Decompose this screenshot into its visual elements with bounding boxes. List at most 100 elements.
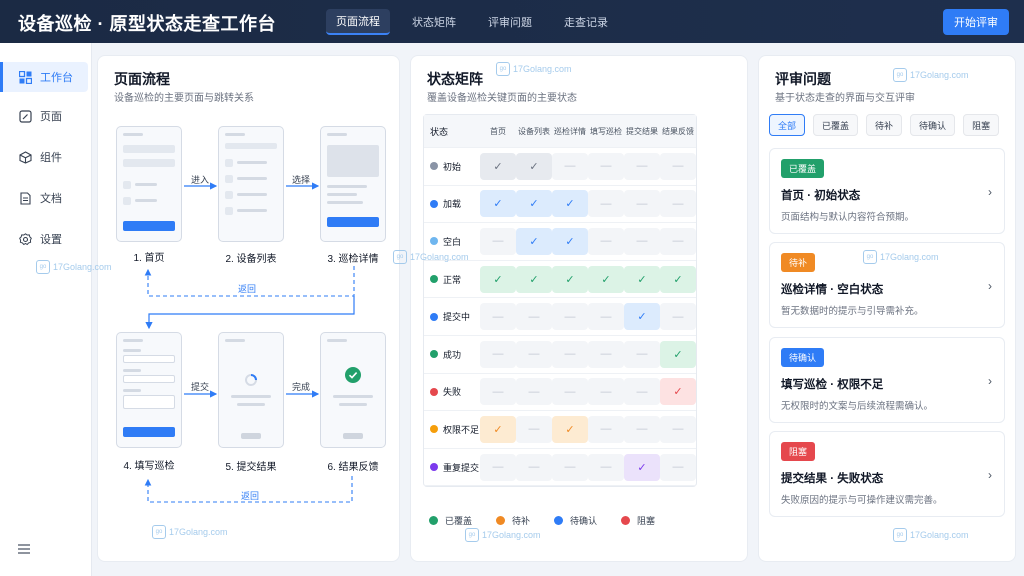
chevron-right-icon[interactable]: › bbox=[988, 468, 992, 482]
matrix-cell[interactable]: ✓ bbox=[480, 411, 516, 448]
matrix-cell[interactable]: — bbox=[480, 449, 516, 486]
matrix-cell[interactable]: — bbox=[624, 148, 660, 185]
matrix-cell[interactable]: — bbox=[624, 411, 660, 448]
matrix-row: 加载 ✓ ✓ ✓ — — — bbox=[424, 186, 696, 224]
nav-tab-flow[interactable]: 页面流程 bbox=[326, 9, 390, 35]
empty-dash-icon: — bbox=[624, 227, 660, 255]
matrix-cell[interactable]: ✓ bbox=[516, 148, 552, 185]
matrix-cell[interactable]: — bbox=[552, 148, 588, 185]
empty-dash-icon: — bbox=[588, 415, 624, 443]
matrix-cell[interactable]: ✓ bbox=[480, 186, 516, 223]
sidebar-item-pages[interactable]: 页面 bbox=[0, 101, 88, 131]
sidebar-item-components[interactable]: 组件 bbox=[0, 142, 88, 172]
matrix-cell[interactable]: — bbox=[516, 298, 552, 335]
matrix-cell[interactable]: ✓ bbox=[660, 374, 696, 411]
matrix-cell[interactable]: ✓ bbox=[660, 261, 696, 298]
check-icon: ✓ bbox=[552, 415, 588, 443]
check-icon: ✓ bbox=[660, 265, 696, 293]
matrix-cell[interactable]: ✓ bbox=[516, 261, 552, 298]
matrix-cell[interactable]: ✓ bbox=[588, 261, 624, 298]
matrix-row-label: 加载 bbox=[424, 186, 480, 223]
check-icon: ✓ bbox=[660, 340, 696, 368]
sidebar-item-docs[interactable]: 文档 bbox=[0, 183, 88, 213]
matrix-cell[interactable]: ✓ bbox=[480, 148, 516, 185]
matrix-cell[interactable]: — bbox=[588, 336, 624, 373]
state-matrix-table: 状态 首页 设备列表 巡检详情 填写巡检 提交结果 结果反馈 初始 ✓ ✓ — — — — 加载 ✓ ✓ ✓ — — —… bbox=[423, 114, 697, 488]
sidebar-item-workbench[interactable]: 工作台 bbox=[0, 62, 88, 92]
matrix-cell[interactable]: ✓ bbox=[516, 223, 552, 260]
watermark: go 17Golang.com bbox=[893, 68, 969, 82]
review-issue-card[interactable]: 已覆盖 首页 · 初始状态 页面结构与默认内容符合预期。 › bbox=[769, 148, 1005, 234]
matrix-cell[interactable]: — bbox=[516, 449, 552, 486]
start-review-button[interactable]: 开始评审 bbox=[943, 9, 1009, 35]
matrix-cell[interactable]: — bbox=[624, 336, 660, 373]
matrix-header-cell: 结果反馈 bbox=[662, 126, 694, 136]
matrix-cell[interactable]: — bbox=[480, 223, 516, 260]
matrix-cell[interactable]: ✓ bbox=[660, 336, 696, 373]
chevron-right-icon[interactable]: › bbox=[988, 374, 992, 388]
filter-pending[interactable]: 待补 bbox=[866, 114, 903, 136]
filter-to-confirm[interactable]: 待确认 bbox=[910, 114, 956, 136]
matrix-cell[interactable]: — bbox=[660, 411, 696, 448]
matrix-cell[interactable]: — bbox=[552, 374, 588, 411]
matrix-cell[interactable]: — bbox=[552, 336, 588, 373]
matrix-cell[interactable]: ✓ bbox=[516, 186, 552, 223]
nav-tab-records[interactable]: 走查记录 bbox=[554, 9, 618, 35]
matrix-cell[interactable]: — bbox=[624, 374, 660, 411]
matrix-cell[interactable]: ✓ bbox=[552, 261, 588, 298]
matrix-row-label: 提交中 bbox=[424, 298, 480, 335]
matrix-cell[interactable]: — bbox=[588, 449, 624, 486]
matrix-row: 重复提交 — — — — ✓ — bbox=[424, 449, 696, 487]
review-issue-card[interactable]: 阻塞 提交结果 · 失败状态 失败原因的提示与可操作建议需完善。 › bbox=[769, 431, 1005, 517]
matrix-cell[interactable]: — bbox=[624, 223, 660, 260]
sidebar-item-label: 工作台 bbox=[40, 72, 73, 84]
issue-title: 填写巡检 · 权限不足 bbox=[781, 379, 884, 391]
matrix-cell[interactable]: — bbox=[480, 336, 516, 373]
matrix-cell[interactable]: — bbox=[588, 374, 624, 411]
matrix-cell[interactable]: ✓ bbox=[624, 449, 660, 486]
check-icon: ✓ bbox=[516, 190, 552, 218]
hamburger-menu-icon[interactable] bbox=[18, 543, 30, 555]
matrix-cell[interactable]: — bbox=[660, 186, 696, 223]
matrix-cell[interactable]: — bbox=[480, 298, 516, 335]
chevron-right-icon[interactable]: › bbox=[988, 185, 992, 199]
matrix-cell[interactable]: — bbox=[480, 374, 516, 411]
matrix-cell[interactable]: ✓ bbox=[624, 261, 660, 298]
matrix-cell[interactable]: ✓ bbox=[624, 298, 660, 335]
check-icon: ✓ bbox=[480, 190, 516, 218]
matrix-cell[interactable]: — bbox=[660, 148, 696, 185]
matrix-cell[interactable]: ✓ bbox=[552, 186, 588, 223]
matrix-cell[interactable]: — bbox=[588, 298, 624, 335]
empty-dash-icon: — bbox=[624, 190, 660, 218]
matrix-cell[interactable]: — bbox=[588, 148, 624, 185]
matrix-row-label: 重复提交 bbox=[424, 449, 480, 486]
chevron-right-icon[interactable]: › bbox=[988, 279, 992, 293]
gear-icon bbox=[18, 232, 32, 246]
matrix-cell[interactable]: — bbox=[516, 411, 552, 448]
sidebar-item-settings[interactable]: 设置 bbox=[0, 224, 88, 254]
matrix-cell[interactable]: — bbox=[552, 449, 588, 486]
matrix-cell[interactable]: ✓ bbox=[480, 261, 516, 298]
filter-covered[interactable]: 已覆盖 bbox=[813, 114, 859, 136]
matrix-cell[interactable]: — bbox=[588, 411, 624, 448]
status-dot bbox=[430, 275, 438, 284]
matrix-cell[interactable]: — bbox=[660, 223, 696, 260]
legend-dot bbox=[496, 516, 506, 525]
matrix-cell[interactable]: — bbox=[588, 223, 624, 260]
empty-dash-icon: — bbox=[660, 152, 696, 180]
nav-tab-matrix[interactable]: 状态矩阵 bbox=[402, 9, 466, 35]
nav-tab-review[interactable]: 评审问题 bbox=[478, 9, 542, 35]
matrix-cell[interactable]: — bbox=[516, 374, 552, 411]
filter-blocked[interactable]: 阻塞 bbox=[963, 114, 1000, 136]
matrix-cell[interactable]: — bbox=[588, 186, 624, 223]
watermark: go 17Golang.com bbox=[496, 62, 572, 76]
matrix-cell[interactable]: — bbox=[660, 449, 696, 486]
matrix-cell[interactable]: — bbox=[624, 186, 660, 223]
matrix-cell[interactable]: ✓ bbox=[552, 411, 588, 448]
matrix-cell[interactable]: — bbox=[552, 298, 588, 335]
matrix-cell[interactable]: ✓ bbox=[552, 223, 588, 260]
matrix-cell[interactable]: — bbox=[516, 336, 552, 373]
review-issue-card[interactable]: 待确认 填写巡检 · 权限不足 无权限时的文案与后续流程需确认。 › bbox=[769, 337, 1005, 423]
matrix-cell[interactable]: — bbox=[660, 298, 696, 335]
filter-all[interactable]: 全部 bbox=[769, 114, 806, 136]
